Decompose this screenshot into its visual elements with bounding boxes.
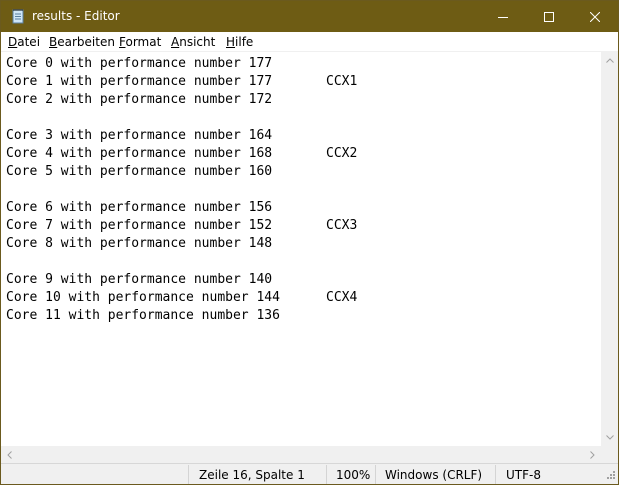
line-text: Core 1 with performance number 177 xyxy=(6,74,273,89)
chevron-down-icon xyxy=(605,435,614,440)
line-text: Core 5 with performance number 160 xyxy=(6,164,273,179)
line-text: Core 3 with performance number 164 xyxy=(6,128,273,143)
text-line: Core 6 with performance number 156 xyxy=(6,199,272,217)
line-text: Core 11 with performance number 136 xyxy=(6,308,280,323)
text-line: Core 7 with performance number 152 CCX3 xyxy=(6,217,357,235)
chevron-up-icon xyxy=(605,58,614,63)
menu-bearbeiten[interactable]: Bearbeiten xyxy=(49,35,115,49)
minimize-icon xyxy=(498,16,508,18)
line-ending: Windows (CRLF) xyxy=(385,468,483,482)
maximize-button[interactable] xyxy=(526,1,572,32)
ccx-label: CCX1 xyxy=(326,74,358,89)
scrollbar-corner xyxy=(601,446,618,463)
status-divider xyxy=(495,465,496,484)
line-text: Core 2 with performance number 172 xyxy=(6,92,273,107)
scroll-right-button[interactable] xyxy=(584,446,601,463)
line-text: Core 0 with performance number 177 xyxy=(6,56,273,71)
text-line: Core 11 with performance number 136 xyxy=(6,307,280,325)
chevron-left-icon xyxy=(7,450,12,459)
text-line: Core 3 with performance number 164 xyxy=(6,127,272,145)
menu-bar: Datei Bearbeiten Format Ansicht Hilfe xyxy=(1,32,618,52)
status-divider xyxy=(188,465,189,484)
line-text: Core 4 with performance number 168 xyxy=(6,146,273,161)
menu-format[interactable]: Format xyxy=(119,35,161,49)
close-icon xyxy=(590,11,600,22)
scroll-down-button[interactable] xyxy=(601,429,618,446)
status-bar: Zeile 16, Spalte 1 100% Windows (CRLF) U… xyxy=(1,463,618,484)
text-line: Core 10 with performance number 144 CCX4 xyxy=(6,289,357,307)
text-line: Core 0 with performance number 177 xyxy=(6,55,272,73)
text-area[interactable]: Core 0 with performance number 177 Core 1… xyxy=(1,52,601,446)
line-text: Core 10 with performance number 144 xyxy=(6,290,280,305)
ccx-label: CCX2 xyxy=(326,146,358,161)
text-line: Core 1 with performance number 177 CCX1 xyxy=(6,73,357,91)
encoding: UTF-8 xyxy=(506,468,541,482)
resize-grip-icon[interactable] xyxy=(604,470,616,482)
editor-window: results - Editor Datei Bearbeiten Format… xyxy=(0,0,619,485)
minimize-button[interactable] xyxy=(480,1,526,32)
ccx-label: CCX3 xyxy=(326,218,358,233)
text-line: Core 9 with performance number 140 xyxy=(6,271,272,289)
text-line: Core 2 with performance number 172 xyxy=(6,91,272,109)
zoom-level: 100% xyxy=(336,468,371,482)
maximize-icon xyxy=(544,11,554,22)
window-title: results - Editor xyxy=(32,9,120,23)
line-text: Core 7 with performance number 152 xyxy=(6,218,273,233)
line-text: Core 6 with performance number 156 xyxy=(6,200,273,215)
horizontal-scrollbar[interactable] xyxy=(1,446,601,463)
line-text: Core 8 with performance number 148 xyxy=(6,236,273,251)
cursor-position: Zeile 16, Spalte 1 xyxy=(199,468,305,482)
ccx-label: CCX4 xyxy=(326,290,358,305)
chevron-right-icon xyxy=(590,450,595,459)
vertical-scrollbar[interactable] xyxy=(601,52,618,446)
status-divider xyxy=(326,465,327,484)
menu-datei[interactable]: Datei xyxy=(8,35,40,49)
title-bar[interactable]: results - Editor xyxy=(1,1,618,32)
scroll-up-button[interactable] xyxy=(601,52,618,69)
text-line: Core 5 with performance number 160 xyxy=(6,163,272,181)
notepad-icon xyxy=(10,8,26,24)
line-text: Core 9 with performance number 140 xyxy=(6,272,273,287)
text-line: Core 4 with performance number 168 CCX2 xyxy=(6,145,357,163)
scroll-left-button[interactable] xyxy=(1,446,18,463)
menu-hilfe[interactable]: Hilfe xyxy=(226,35,253,49)
menu-ansicht[interactable]: Ansicht xyxy=(171,35,215,49)
status-divider xyxy=(375,465,376,484)
close-button[interactable] xyxy=(572,1,618,32)
text-line: Core 8 with performance number 148 xyxy=(6,235,272,253)
